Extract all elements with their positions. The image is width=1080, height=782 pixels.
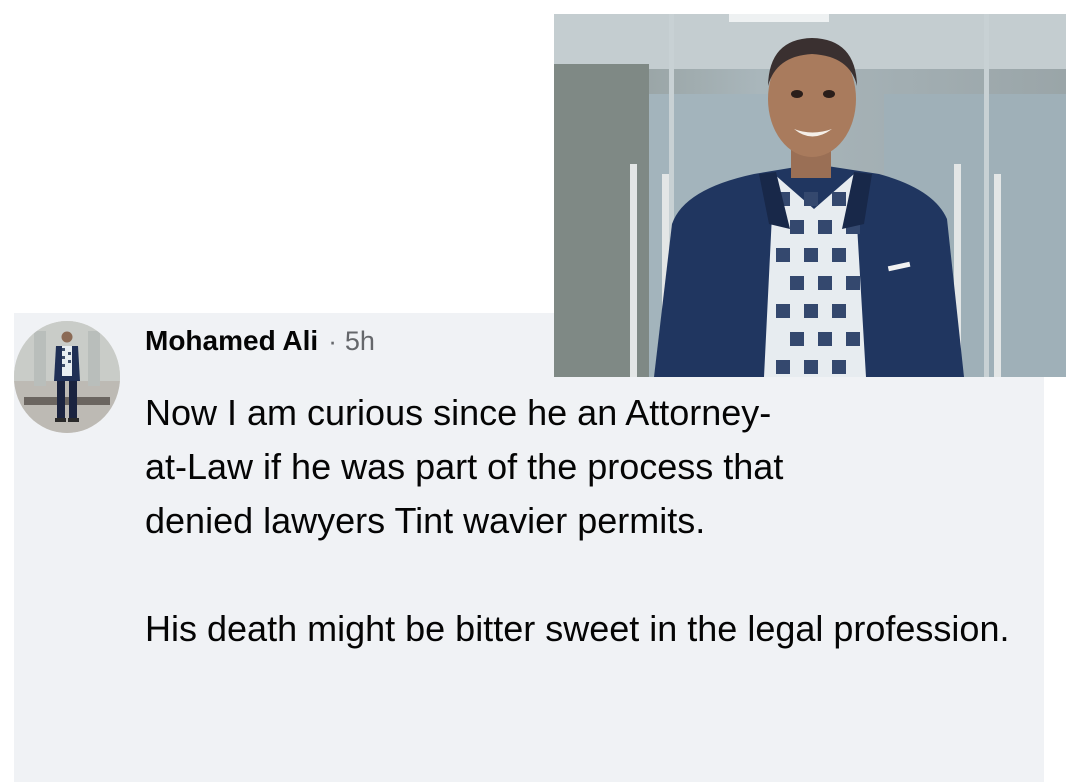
man-portrait-image — [554, 14, 1066, 377]
comment-time[interactable]: 5h — [345, 326, 375, 357]
author-name[interactable]: Mohamed Ali — [145, 325, 318, 357]
comment-body: Now I am curious since he an Attorney-at… — [145, 386, 1035, 656]
avatar[interactable] — [14, 321, 120, 433]
comment-header: Mohamed Ali · 5h — [145, 325, 375, 365]
avatar-image — [14, 321, 120, 433]
separator-dot: · — [328, 326, 337, 356]
attached-photo[interactable] — [554, 14, 1066, 377]
comment-paragraph: Now I am curious since he an Attorney-at… — [145, 392, 784, 541]
comment-paragraph: His death might be bitter sweet in the l… — [145, 608, 1010, 649]
